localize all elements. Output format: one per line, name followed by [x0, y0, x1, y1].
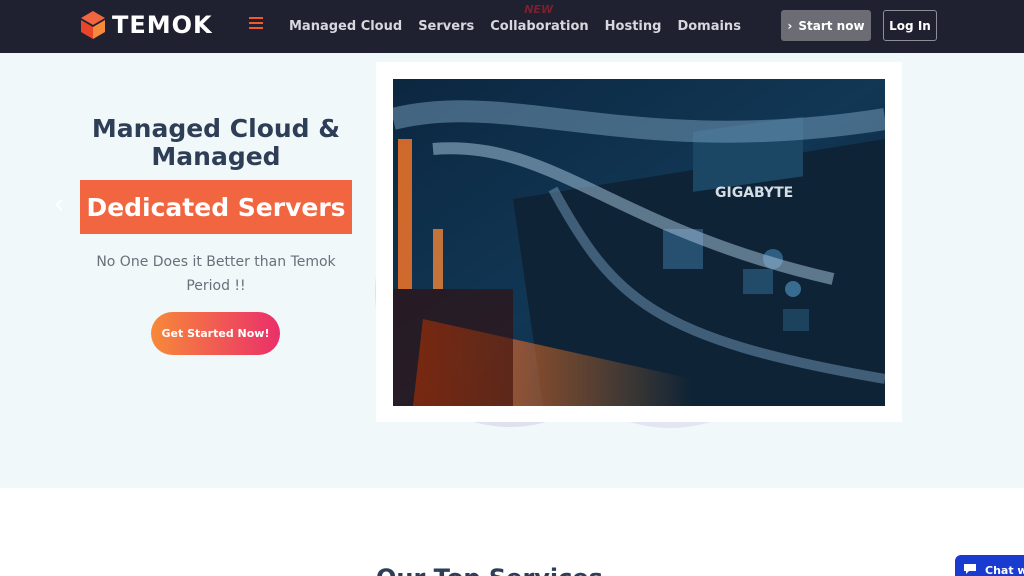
- chat-widget[interactable]: Chat w: [955, 555, 1024, 576]
- menu-toggle-icon[interactable]: [249, 17, 263, 29]
- logo-text: TEMOK: [112, 11, 213, 39]
- chevron-right-icon: ›: [787, 18, 793, 33]
- menu-item-domains[interactable]: Domains: [677, 19, 741, 34]
- top-navbar: TEMOK Managed Cloud Servers NEW Collabor…: [0, 0, 1024, 53]
- slider-prev-icon[interactable]: [55, 199, 67, 211]
- menu-item-managed-cloud[interactable]: Managed Cloud: [289, 19, 402, 34]
- menu-item-collaboration-label: Collaboration: [490, 19, 589, 34]
- temok-logo[interactable]: TEMOK: [80, 10, 213, 40]
- hero-highlight: Dedicated Servers: [80, 180, 352, 234]
- chat-bubble-icon: [963, 563, 977, 576]
- menu-item-servers[interactable]: Servers: [418, 19, 474, 34]
- hero-subtitle: No One Does it Better than Temok Period …: [70, 250, 362, 298]
- section-heading: Our Top Services: [376, 564, 603, 576]
- chat-label: Chat w: [985, 563, 1024, 576]
- menu-item-collaboration[interactable]: NEW Collaboration: [490, 3, 589, 34]
- hero-title-line1: Managed Cloud &: [91, 114, 341, 143]
- logo-cube-icon: [81, 11, 105, 39]
- hero-title: Managed Cloud & Managed: [70, 115, 362, 171]
- login-button[interactable]: Log In: [883, 10, 937, 41]
- get-started-button[interactable]: Get Started Now!: [151, 312, 280, 355]
- start-now-label: Start now: [798, 18, 865, 33]
- hero-subtitle-line1: No One Does it Better than Temok: [96, 254, 336, 270]
- menu-item-hosting[interactable]: Hosting: [605, 19, 662, 34]
- hero-subtitle-line2: Period !!: [186, 278, 246, 294]
- main-menu: Managed Cloud Servers NEW Collaboration …: [289, 3, 741, 34]
- start-now-button[interactable]: › Start now: [781, 10, 871, 41]
- new-badge: NEW: [524, 3, 554, 16]
- server-motherboard-image: GIGABYTE: [393, 79, 885, 406]
- hero-title-line2: Managed: [151, 142, 281, 171]
